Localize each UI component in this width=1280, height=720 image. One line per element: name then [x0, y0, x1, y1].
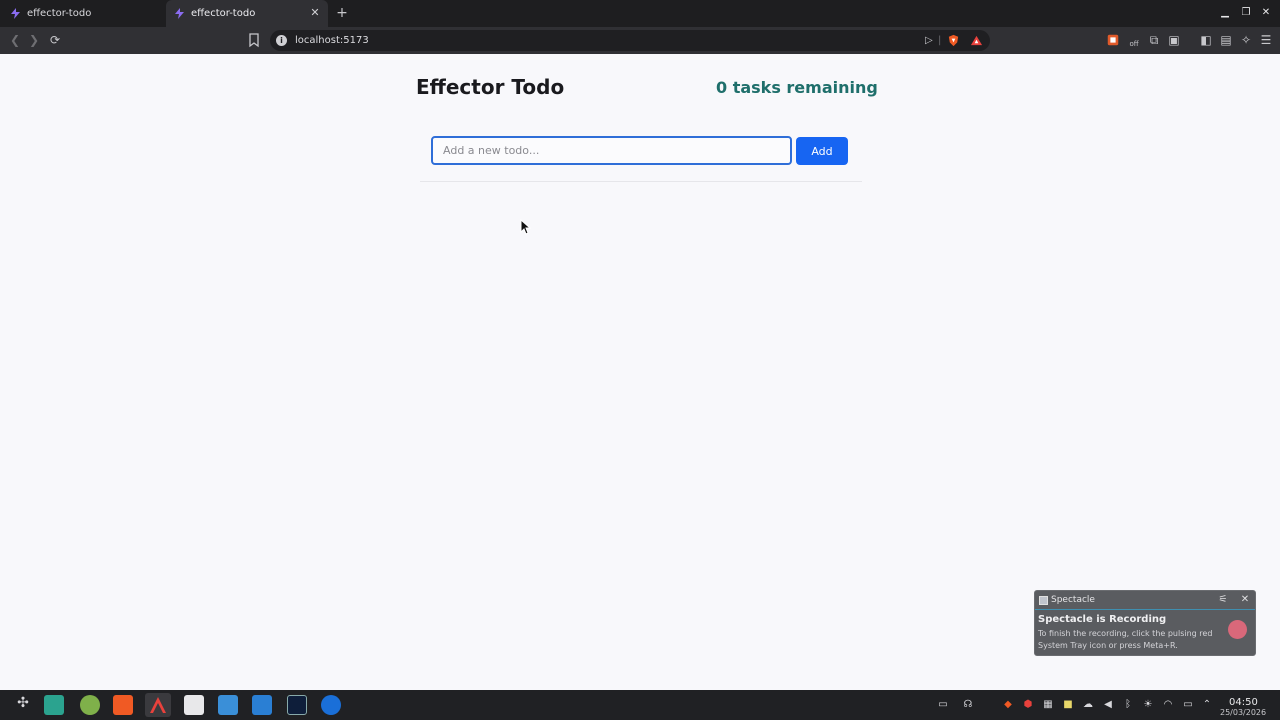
clock-date[interactable]: 25/03/2026: [1220, 708, 1266, 717]
add-todo-button[interactable]: Add: [796, 137, 848, 165]
tray-notes-icon[interactable]: ■: [1062, 699, 1074, 711]
mouse-cursor-icon: [520, 218, 532, 235]
tab-strip: effector-todo effector-todo ✕ + ▁ ❐ ✕: [0, 0, 1280, 27]
tasks-remaining-counter: 0 tasks remaining: [716, 78, 878, 97]
taskbar-brave-icon[interactable]: [113, 695, 133, 715]
spectacle-app-icon: [1039, 596, 1048, 605]
taskbar-active-app[interactable]: [145, 693, 171, 717]
recording-indicator-icon[interactable]: [1228, 620, 1247, 639]
taskbar: ✣ ▭ ☊ ◆ ⬢ ▦ ■ ☁ ◀ ᛒ ☀ ◠ ▭ ⌃: [0, 690, 1280, 720]
screenshot-icon[interactable]: ▣: [1166, 32, 1182, 48]
menu-icon[interactable]: ☰: [1258, 32, 1274, 48]
tab-label: effector-todo: [191, 8, 256, 19]
tray-bluetooth-icon[interactable]: ᛒ: [1122, 699, 1134, 711]
brave-shields-icon[interactable]: [947, 33, 961, 48]
taskbar-kde-icon[interactable]: [218, 695, 238, 715]
taskbar-terminal-icon[interactable]: [287, 695, 307, 715]
extensions-puzzle-icon[interactable]: ⧉: [1146, 32, 1162, 48]
app-launcher-icon[interactable]: ✣: [15, 696, 31, 713]
tray-clipboard-icon[interactable]: ▦: [1042, 699, 1054, 711]
todo-list-divider: [420, 181, 862, 182]
notification-header: Spectacle ⚟ ✕: [1035, 591, 1255, 610]
leo-ai-icon[interactable]: ✧: [1238, 32, 1254, 48]
clock-time[interactable]: 04:50: [1229, 697, 1258, 708]
sidebar-icon[interactable]: ◧: [1198, 32, 1214, 48]
spectacle-notification[interactable]: Spectacle ⚟ ✕ Spectacle is Recording To …: [1034, 590, 1256, 656]
wallet-icon[interactable]: ▤: [1218, 32, 1234, 48]
bookmark-icon[interactable]: [248, 32, 260, 48]
minimize-icon[interactable]: ▁: [1218, 6, 1232, 20]
close-window-icon[interactable]: ✕: [1259, 6, 1273, 20]
taskbar-circle-app-icon[interactable]: [321, 695, 341, 715]
notification-settings-icon[interactable]: ⚟: [1217, 594, 1229, 606]
tab-effector-todo-1[interactable]: effector-todo: [0, 0, 164, 27]
tray-brave-icon[interactable]: ◆: [1002, 699, 1014, 711]
shields-off-badge[interactable]: off: [1126, 36, 1142, 52]
effector-favicon-icon: [10, 8, 21, 19]
url-text: localhost:5173: [295, 35, 369, 46]
send-icon[interactable]: ▷: [925, 33, 933, 48]
taskbar-app-round-icon[interactable]: [80, 695, 100, 715]
tray-show-desktop-icon[interactable]: ▭: [937, 699, 949, 711]
address-bar[interactable]: i localhost:5173 ▷ |: [270, 30, 990, 51]
brave-rewards-icon[interactable]: [970, 33, 984, 48]
tab-close-icon[interactable]: ✕: [308, 6, 322, 20]
tray-recording-icon[interactable]: ⬢: [1022, 699, 1034, 711]
tray-connect-icon[interactable]: ☊: [962, 699, 974, 711]
tray-wifi-icon[interactable]: ◠: [1162, 699, 1174, 711]
notification-body: To finish the recording, click the pulsi…: [1038, 629, 1213, 650]
forward-icon[interactable]: ❯: [26, 32, 42, 48]
tab-label: effector-todo: [27, 8, 92, 19]
tray-brightness-icon[interactable]: ☀: [1142, 699, 1154, 711]
new-todo-input[interactable]: [431, 136, 792, 165]
taskbar-files-icon[interactable]: [184, 695, 204, 715]
app-title: Effector Todo: [416, 75, 565, 99]
tray-expand-icon[interactable]: ⌃: [1201, 699, 1213, 711]
tray-volume-icon[interactable]: ◀: [1102, 699, 1114, 711]
tray-cloud-icon[interactable]: ☁: [1082, 699, 1094, 711]
tab-effector-todo-2[interactable]: effector-todo ✕: [166, 0, 328, 27]
notification-close-icon[interactable]: ✕: [1239, 594, 1251, 606]
back-icon[interactable]: ❮: [7, 32, 23, 48]
taskbar-vscode-icon[interactable]: [252, 695, 272, 715]
extension-orange-icon[interactable]: [1106, 32, 1122, 48]
new-tab-button[interactable]: +: [334, 5, 350, 21]
tray-battery-icon[interactable]: ▭: [1182, 699, 1194, 711]
restore-icon[interactable]: ❐: [1239, 6, 1253, 20]
effector-favicon-icon: [174, 8, 185, 19]
browser-toolbar: ❮ ❯ ⟳ i localhost:5173 ▷ | off ⧉ ▣ ◧ ▤ ✧…: [0, 27, 1280, 54]
site-info-icon[interactable]: i: [276, 35, 287, 46]
taskbar-app-green-icon[interactable]: [44, 695, 64, 715]
notification-app-name: Spectacle: [1051, 595, 1095, 605]
reload-icon[interactable]: ⟳: [47, 32, 63, 48]
notification-title: Spectacle is Recording: [1038, 614, 1167, 625]
separator: |: [938, 35, 942, 46]
